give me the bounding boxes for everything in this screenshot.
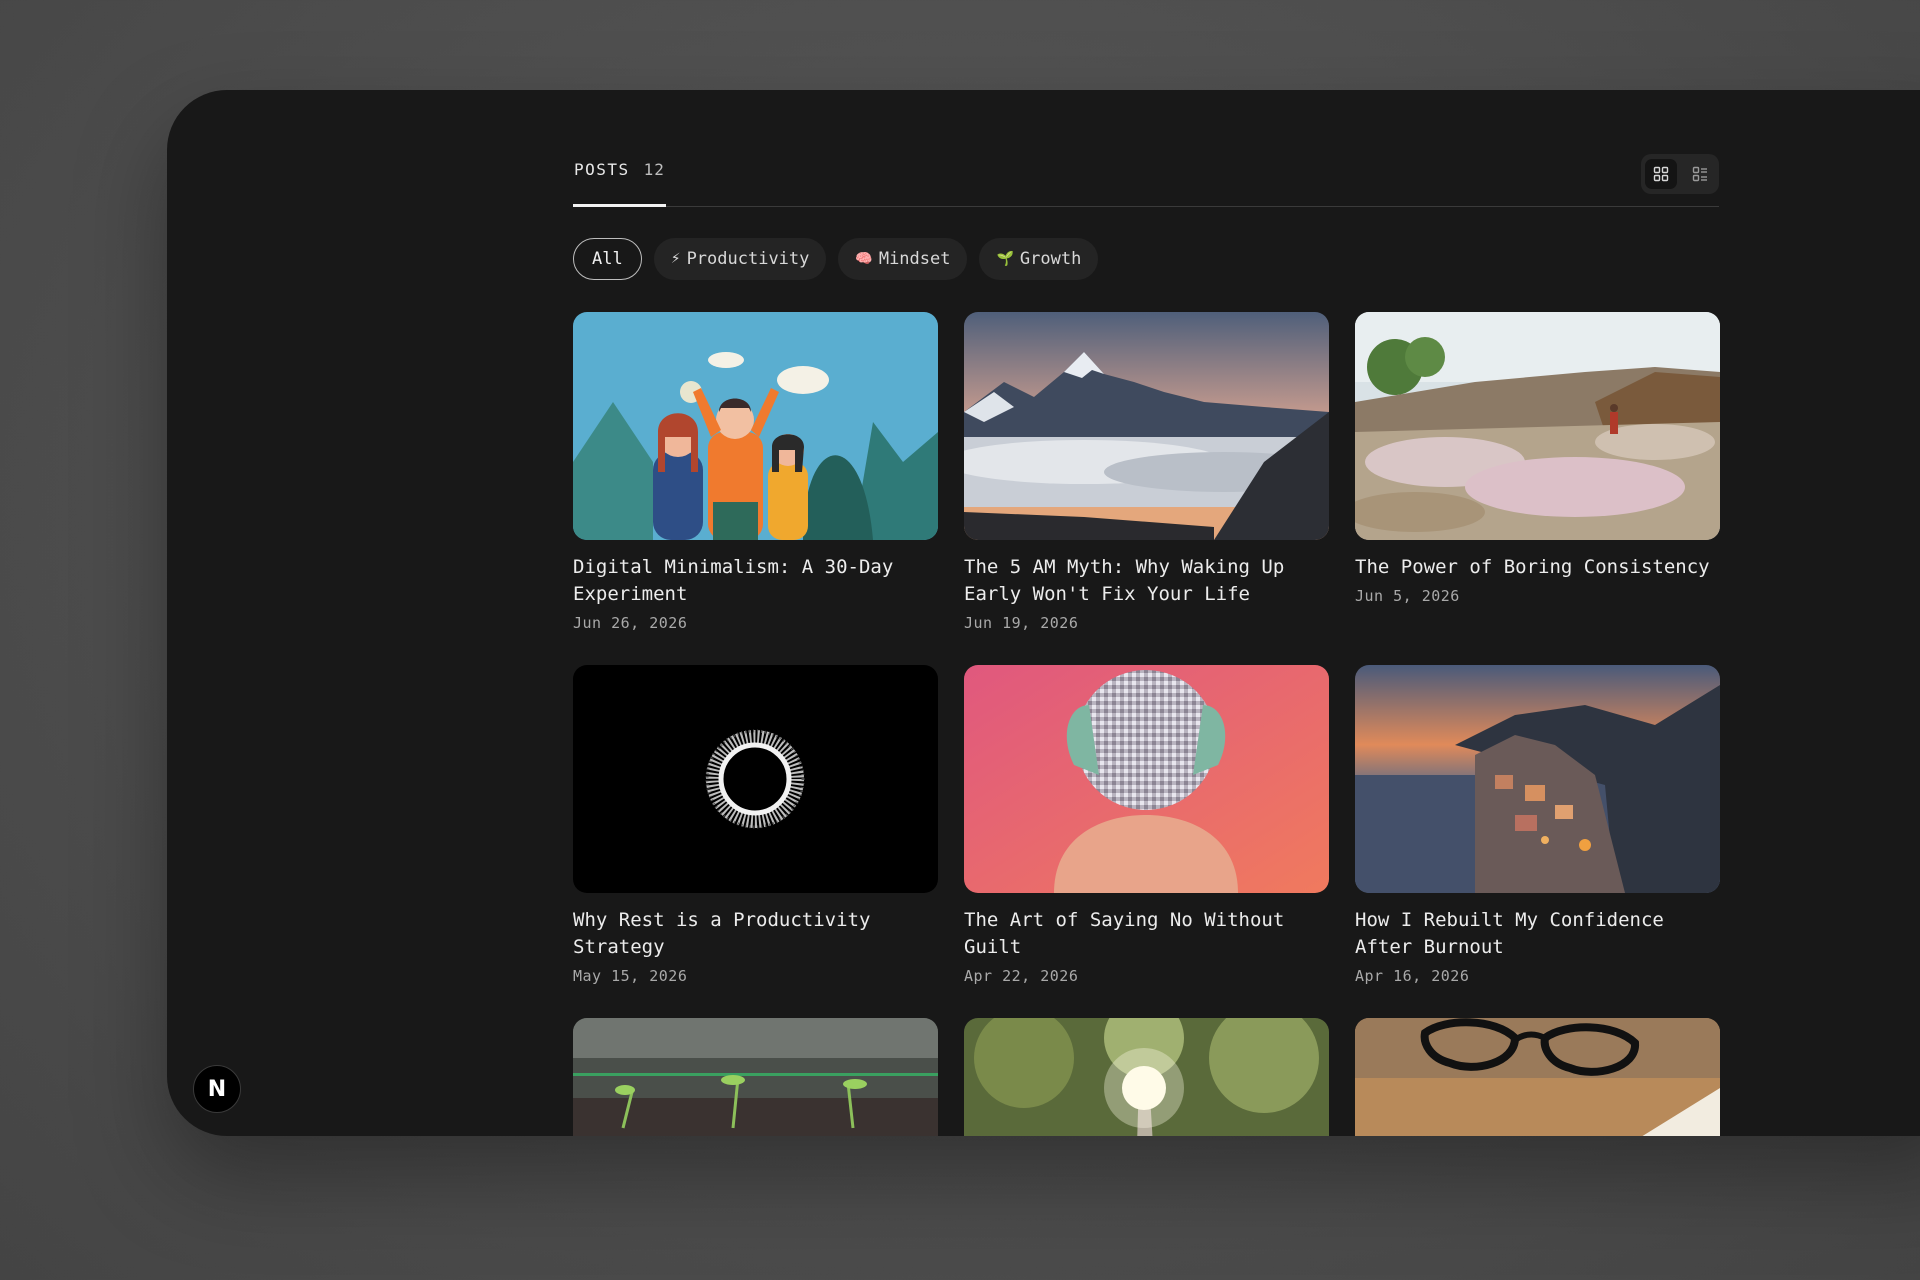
post-thumbnail [964,1018,1329,1136]
post-title: The Power of Boring Consistency [1355,556,1710,578]
post-card[interactable]: The 5 AM Myth: Why Waking Up Early Won't… [964,312,1329,632]
post-title: Digital Minimalism: A 30-Day Experiment [573,556,894,605]
filter-label: Mindset [878,249,951,269]
post-card[interactable]: The Art of Saying No Without Guilt Apr 2… [964,665,1329,985]
post-date: Apr 22, 2026 [964,967,1079,985]
filter-chips: All ⚡ Productivity 🧠 Mindset 🌱 Growth [573,238,1099,280]
post-date: Jun 5, 2026 [1355,587,1460,605]
filter-label: Productivity [686,249,810,269]
post-title: The Art of Saying No Without Guilt [964,909,1285,958]
brain-icon: 🧠 [855,251,873,267]
seedling-icon: 🌱 [996,251,1014,267]
post-thumbnail [573,1018,938,1136]
post-card[interactable]: Digital Minimalism: A 30-Day Experiment … [573,312,938,632]
post-card[interactable]: Why Rest is a Productivity Strategy May … [573,665,938,985]
grid-view-icon [1653,166,1668,182]
post-thumbnail [964,312,1329,540]
tabs-bar: POSTS 12 [573,90,1719,207]
post-thumbnail [1355,665,1720,893]
post-date: Jun 19, 2026 [964,614,1079,632]
post-card[interactable] [1355,1018,1720,1136]
n-badge-button[interactable]: N [193,1065,241,1113]
post-card[interactable]: How I Rebuilt My Confidence After Burnou… [1355,665,1720,985]
filter-label: All [592,249,623,269]
tab-posts-label: POSTS [574,160,630,179]
lightning-icon: ⚡ [670,251,681,267]
post-thumbnail [964,665,1329,893]
post-date: Apr 16, 2026 [1355,967,1470,985]
post-thumbnail [573,312,938,540]
post-card[interactable] [573,1018,938,1136]
tab-posts[interactable]: POSTS 12 [573,160,666,207]
post-thumbnail [573,665,938,893]
grid-view-button[interactable] [1644,159,1677,189]
view-toggle [1641,154,1719,194]
tab-posts-count: 12 [643,160,665,179]
list-view-icon [1692,166,1707,182]
filter-all[interactable]: All [573,238,642,280]
post-thumbnail [1355,1018,1720,1136]
post-date: May 15, 2026 [573,967,688,985]
filter-productivity[interactable]: ⚡ Productivity [653,238,827,280]
list-view-button[interactable] [1684,159,1716,189]
post-title: How I Rebuilt My Confidence After Burnou… [1355,909,1664,958]
app-window: POSTS 12 All ⚡ Productivity 🧠 Mindset 🌱 … [167,90,1920,1136]
post-title: The 5 AM Myth: Why Waking Up Early Won't… [964,556,1285,605]
filter-growth[interactable]: 🌱 Growth [979,238,1099,280]
filter-mindset[interactable]: 🧠 Mindset [838,238,968,280]
post-date: Jun 26, 2026 [573,614,688,632]
post-thumbnail [1355,312,1720,540]
post-title: Why Rest is a Productivity Strategy [573,909,871,958]
post-card[interactable]: The Power of Boring Consistency Jun 5, 2… [1355,312,1720,605]
post-card[interactable] [964,1018,1329,1136]
filter-label: Growth [1019,249,1082,269]
